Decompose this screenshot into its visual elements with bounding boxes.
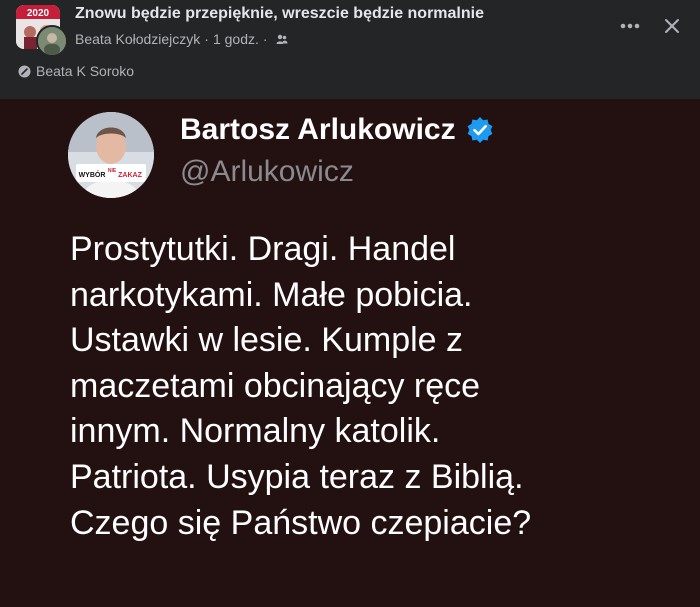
tagged-name: Beata K Soroko <box>36 63 135 79</box>
tagged-person[interactable]: Beata K Soroko <box>18 63 134 79</box>
post-viewer: 2020 Znowu będzie przepięknie, wreszcie … <box>0 0 700 607</box>
tweet-name-text: Bartosz Arlukowicz <box>180 113 456 146</box>
verified-badge-icon <box>467 117 493 143</box>
close-icon <box>665 19 679 33</box>
post-header: 2020 Znowu będzie przepięknie, wreszcie … <box>0 0 700 57</box>
tweet-author-name: Bartosz Arlukowicz <box>180 113 494 147</box>
post-meta: Beata Kołodziejczyk · 1 godz. · <box>75 31 288 47</box>
author-avatar-image <box>38 27 66 55</box>
tweet-handle: @Arlukowicz <box>180 155 354 188</box>
tweet-text: Prostytutki. Dragi. Handel narkotykami. … <box>70 230 532 542</box>
post-time[interactable]: 1 godz. <box>213 31 259 47</box>
post-image[interactable]: WYBÓR NIE ZAKAZ Bartosz Arlukowicz @Arlu… <box>0 99 700 607</box>
author-name[interactable]: Beata Kołodziejczyk <box>75 31 200 47</box>
avatar-badge-c: ZAKAZ <box>118 172 142 179</box>
tweet-avatar-image: WYBÓR NIE ZAKAZ <box>68 112 154 198</box>
more-icon <box>620 23 640 29</box>
meta-separator-2: · <box>262 31 268 47</box>
author-avatar[interactable] <box>36 25 68 57</box>
more-options-button[interactable] <box>612 8 648 44</box>
meta-separator: · <box>204 31 209 47</box>
group-badge-text: 2020 <box>27 8 50 19</box>
avatar-badge-a: WYBÓR <box>79 170 106 179</box>
close-button[interactable] <box>654 8 690 44</box>
friends-icon[interactable] <box>276 33 288 45</box>
tweet-avatar: WYBÓR NIE ZAKAZ <box>68 112 154 198</box>
avatar-badge-b: NIE <box>108 168 117 174</box>
post-title[interactable]: Znowu będzie przepięknie, wreszcie będzi… <box>75 5 484 23</box>
tag-icon <box>18 65 31 77</box>
